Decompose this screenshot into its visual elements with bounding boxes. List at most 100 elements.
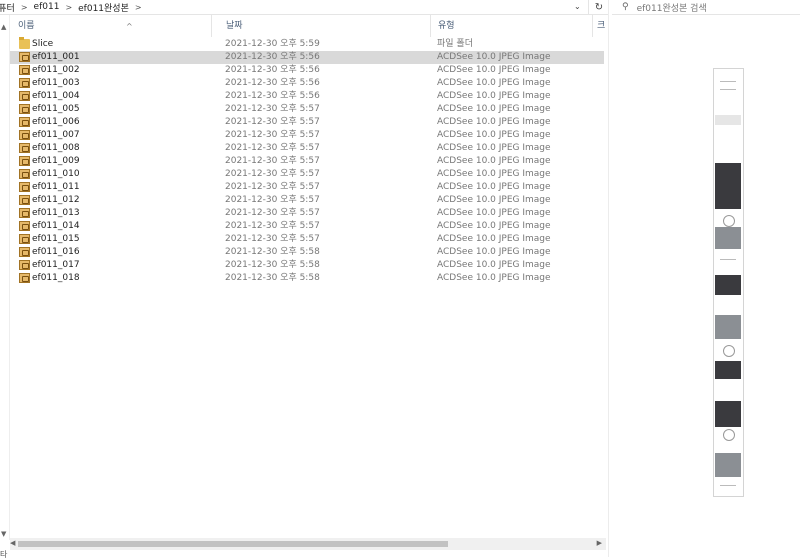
file-type: ACDSee 10.0 JPEG Image [437, 221, 551, 231]
file-row[interactable]: ef011_005 2021-12-30 오후 5:57 ACDSee 10.0 J… [10, 103, 604, 116]
search-placeholder[interactable]: ef011완성본 검색 [637, 1, 707, 14]
file-type: ACDSee 10.0 JPEG Image [437, 182, 551, 192]
navigation-pane[interactable]: ▲ ▼ [0, 15, 10, 540]
file-name: ef011_011 [32, 182, 80, 192]
file-row[interactable]: ef011_001 2021-12-30 오후 5:56 ACDSee 10.0 J… [10, 51, 604, 64]
breadcrumb-separator-icon[interactable]: > [65, 3, 72, 12]
file-name: ef011_013 [32, 208, 80, 218]
preview-panel [715, 453, 741, 477]
file-type: ACDSee 10.0 JPEG Image [437, 143, 551, 153]
scroll-up-icon[interactable]: ▲ [1, 23, 6, 31]
file-row[interactable]: ef011_006 2021-12-30 오후 5:57 ACDSee 10.0 J… [10, 116, 604, 129]
file-row[interactable]: ef011_015 2021-12-30 오후 5:57 ACDSee 10.0 J… [10, 233, 604, 246]
status-bar-text: 타 [0, 550, 8, 559]
scroll-down-icon[interactable]: ▼ [1, 530, 6, 538]
file-row[interactable]: ef011_003 2021-12-30 오후 5:56 ACDSee 10.0 J… [10, 77, 604, 90]
file-date: 2021-12-30 오후 5:57 [225, 221, 320, 231]
column-header-type[interactable]: 유형 [430, 15, 593, 37]
file-name: Slice [32, 39, 54, 49]
file-row[interactable]: ef011_002 2021-12-30 오후 5:56 ACDSee 10.0 J… [10, 64, 604, 77]
file-name: ef011_014 [32, 221, 80, 231]
search-box[interactable]: ⚲ ef011완성본 검색 [612, 0, 800, 15]
column-header-name-label: 이름 [18, 21, 35, 31]
column-header-date-label: 날짜 [226, 21, 243, 31]
preview-speech-bubble [723, 429, 735, 441]
jpeg-image-icon [19, 247, 30, 257]
breadcrumb-separator-icon[interactable]: > [135, 3, 142, 12]
file-name: ef011_001 [32, 52, 80, 62]
file-row[interactable]: ef011_011 2021-12-30 오후 5:57 ACDSee 10.0 J… [10, 181, 604, 194]
file-name: ef011_017 [32, 260, 80, 270]
file-row[interactable]: ef011_018 2021-12-30 오후 5:58 ACDSee 10.0 J… [10, 272, 604, 285]
file-date: 2021-12-30 오후 5:59 [225, 39, 320, 49]
jpeg-image-icon [19, 260, 30, 270]
column-header-date[interactable]: 날짜 [218, 15, 431, 37]
file-type: ACDSee 10.0 JPEG Image [437, 104, 551, 114]
chevron-down-icon[interactable]: ⌄ [574, 2, 581, 11]
scroll-left-icon[interactable]: ◀ [10, 539, 15, 547]
file-row[interactable]: ef011_007 2021-12-30 오후 5:57 ACDSee 10.0 J… [10, 129, 604, 142]
preview-title-panel [715, 115, 741, 125]
file-row[interactable]: ef011_012 2021-12-30 오후 5:57 ACDSee 10.0 J… [10, 194, 604, 207]
jpeg-image-icon [19, 130, 30, 140]
folder-row[interactable]: Slice 2021-12-30 오후 5:59 파일 폴더 [10, 37, 604, 51]
refresh-icon[interactable]: ↻ [588, 0, 609, 14]
horizontal-scrollbar[interactable]: ◀ ▶ [10, 538, 606, 550]
file-name: ef011_009 [32, 156, 80, 166]
breadcrumb-computer[interactable]: 컴퓨터 [0, 1, 15, 14]
search-icon: ⚲ [622, 2, 629, 12]
file-type: ACDSee 10.0 JPEG Image [437, 195, 551, 205]
jpeg-image-icon [19, 143, 30, 153]
jpeg-image-icon [19, 117, 30, 127]
file-row[interactable]: ef011_017 2021-12-30 오후 5:58 ACDSee 10.0 J… [10, 259, 604, 272]
file-type: ACDSee 10.0 JPEG Image [437, 260, 551, 270]
file-list: Slice 2021-12-30 오후 5:59 파일 폴더 ef011_001 202… [10, 37, 604, 285]
file-row[interactable]: ef011_009 2021-12-30 오후 5:57 ACDSee 10.0 J… [10, 155, 604, 168]
preview-image [713, 68, 744, 497]
file-name: ef011_008 [32, 143, 80, 153]
jpeg-image-icon [19, 104, 30, 114]
file-date: 2021-12-30 오후 5:57 [225, 130, 320, 140]
breadcrumb-ef011-complete[interactable]: ef011완성본 [78, 1, 129, 14]
breadcrumb-ef011[interactable]: ef011 [34, 2, 60, 12]
file-date: 2021-12-30 오후 5:57 [225, 182, 320, 192]
folder-icon [19, 37, 30, 49]
jpeg-image-icon [19, 208, 30, 218]
scrollbar-thumb[interactable] [18, 541, 448, 547]
file-name: ef011_003 [32, 78, 80, 88]
file-type: ACDSee 10.0 JPEG Image [437, 78, 551, 88]
pane-divider[interactable] [608, 0, 609, 557]
file-type: ACDSee 10.0 JPEG Image [437, 169, 551, 179]
file-name: ef011_015 [32, 234, 80, 244]
file-row[interactable]: ef011_004 2021-12-30 오후 5:56 ACDSee 10.0 J… [10, 90, 604, 103]
file-name: ef011_012 [32, 195, 80, 205]
file-row[interactable]: ef011_014 2021-12-30 오후 5:57 ACDSee 10.0 J… [10, 220, 604, 233]
address-bar[interactable]: 컴퓨터 > ef011 > ef011완성본 > ⌄ ↻ [0, 0, 608, 15]
file-row[interactable]: ef011_016 2021-12-30 오후 5:58 ACDSee 10.0 J… [10, 246, 604, 259]
file-date: 2021-12-30 오후 5:57 [225, 143, 320, 153]
file-name: ef011_005 [32, 104, 80, 114]
preview-speech-bubble [723, 215, 735, 227]
column-header-size[interactable]: 크 [589, 15, 609, 37]
jpeg-image-icon [19, 273, 30, 283]
jpeg-image-icon [19, 234, 30, 244]
file-date: 2021-12-30 오후 5:56 [225, 78, 320, 88]
preview-panel-line [720, 259, 736, 260]
file-row[interactable]: ef011_010 2021-12-30 오후 5:57 ACDSee 10.0 J… [10, 168, 604, 181]
scroll-right-icon[interactable]: ▶ [597, 539, 602, 547]
preview-dark-panel [715, 163, 741, 209]
jpeg-image-icon [19, 91, 30, 101]
column-header-type-label: 유형 [438, 21, 455, 31]
file-row[interactable]: ef011_008 2021-12-30 오후 5:57 ACDSee 10.0 J… [10, 142, 604, 155]
file-name: ef011_006 [32, 117, 80, 127]
column-header-name[interactable]: 이름 ^ [10, 15, 212, 37]
sort-ascending-icon: ^ [126, 22, 133, 31]
file-type: ACDSee 10.0 JPEG Image [437, 156, 551, 166]
breadcrumb-separator-icon[interactable]: > [21, 3, 28, 12]
file-row[interactable]: ef011_013 2021-12-30 오후 5:57 ACDSee 10.0 J… [10, 207, 604, 220]
preview-panel-line [720, 89, 736, 90]
preview-panel [715, 227, 741, 249]
file-date: 2021-12-30 오후 5:56 [225, 65, 320, 75]
file-date: 2021-12-30 오후 5:58 [225, 247, 320, 257]
file-type: ACDSee 10.0 JPEG Image [437, 273, 551, 283]
